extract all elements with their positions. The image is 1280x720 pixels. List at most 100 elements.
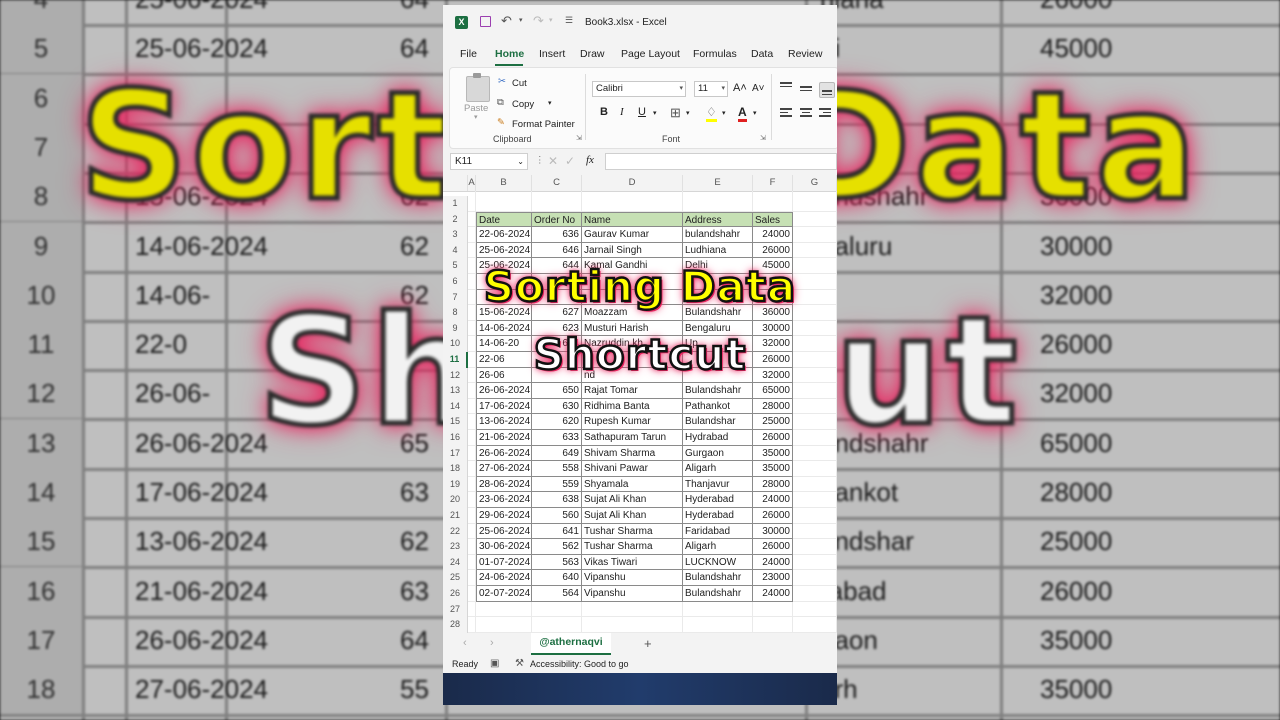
table-cell[interactable]: 01-07-2024 bbox=[476, 554, 532, 571]
row-header[interactable]: 21 bbox=[443, 508, 468, 524]
row-header[interactable]: 25 bbox=[443, 570, 468, 586]
row-header[interactable]: 2 bbox=[443, 211, 468, 228]
copy-button[interactable]: Copy bbox=[512, 99, 534, 110]
copy-dropdown-icon[interactable]: ▾ bbox=[548, 99, 552, 107]
table-cell[interactable]: 28000 bbox=[753, 398, 793, 415]
menu-data[interactable]: Data bbox=[751, 48, 773, 60]
table-cell[interactable]: 649 bbox=[532, 445, 582, 462]
customize-toolbar-icon[interactable]: ☰ bbox=[565, 15, 573, 26]
table-cell[interactable]: Hydrabad bbox=[683, 430, 753, 446]
table-cell[interactable]: 28000 bbox=[753, 476, 793, 493]
table-cell[interactable]: 30-06-2024 bbox=[476, 539, 532, 555]
italic-button[interactable]: I bbox=[620, 106, 624, 118]
table-cell[interactable]: 25-06-2024 bbox=[476, 523, 532, 540]
table-cell[interactable]: Aligarh bbox=[683, 539, 753, 555]
borders-dropdown-icon[interactable]: ▾ bbox=[686, 109, 690, 117]
table-cell[interactable]: 23000 bbox=[753, 570, 793, 586]
table-cell[interactable]: 630 bbox=[532, 398, 582, 415]
format-painter-button[interactable]: Format Painter bbox=[512, 119, 575, 130]
row-header[interactable]: 13 bbox=[443, 383, 468, 399]
accessibility-status[interactable]: Accessibility: Good to go bbox=[530, 659, 629, 669]
row-header[interactable]: 23 bbox=[443, 539, 468, 555]
table-cell[interactable]: Gurgaon bbox=[683, 445, 753, 462]
table-cell[interactable]: 558 bbox=[532, 461, 582, 477]
font-name-box[interactable]: Calibri ▾ bbox=[592, 81, 686, 97]
table-cell[interactable]: 650 bbox=[532, 383, 582, 399]
column-header-g[interactable]: G bbox=[793, 175, 837, 191]
table-cell[interactable]: 560 bbox=[532, 508, 582, 524]
table-cell[interactable]: 29-06-2024 bbox=[476, 508, 532, 524]
table-header-cell[interactable]: Sales bbox=[753, 211, 793, 228]
middle-align-icon[interactable] bbox=[800, 86, 814, 97]
font-color-dropdown-icon[interactable]: ▾ bbox=[753, 109, 757, 117]
column-header-f[interactable]: F bbox=[753, 175, 793, 191]
row-header[interactable]: 17 bbox=[443, 445, 468, 462]
underline-button[interactable]: U bbox=[638, 106, 646, 118]
table-cell[interactable]: Shivani Pawar bbox=[582, 461, 683, 477]
table-cell[interactable]: Thanjavur bbox=[683, 476, 753, 493]
table-cell[interactable]: 559 bbox=[532, 476, 582, 493]
confirm-entry-icon[interactable]: ✓ bbox=[565, 154, 575, 168]
table-cell[interactable]: Jarnail Singh bbox=[582, 242, 683, 259]
table-cell[interactable]: 24000 bbox=[753, 492, 793, 508]
redo-dropdown-icon[interactable]: ▾ bbox=[549, 16, 553, 24]
menu-review[interactable]: Review bbox=[788, 48, 822, 60]
font-name-dropdown-icon[interactable]: ▾ bbox=[679, 82, 683, 96]
align-center-icon[interactable] bbox=[800, 108, 814, 119]
menu-page-layout[interactable]: Page Layout bbox=[621, 48, 680, 60]
table-cell[interactable]: Sujat Ali Khan bbox=[582, 508, 683, 524]
table-cell[interactable]: 35000 bbox=[753, 461, 793, 477]
insert-function-button[interactable]: fx bbox=[586, 154, 594, 166]
redo-icon[interactable]: ↷ bbox=[533, 13, 544, 29]
table-cell[interactable]: 25000 bbox=[753, 414, 793, 430]
bold-button[interactable]: B bbox=[600, 106, 608, 118]
column-header-d[interactable]: D bbox=[582, 175, 683, 191]
table-cell[interactable]: Ridhima Banta bbox=[582, 398, 683, 415]
next-sheet-icon[interactable]: › bbox=[490, 637, 494, 649]
table-cell[interactable]: 563 bbox=[532, 554, 582, 571]
table-cell[interactable]: 35000 bbox=[753, 445, 793, 462]
name-box[interactable]: K11 ⌄ bbox=[450, 153, 528, 170]
table-cell[interactable]: Aligarh bbox=[683, 461, 753, 477]
menu-home[interactable]: Home bbox=[495, 48, 524, 60]
formula-bar-more-icon[interactable]: ⋮ bbox=[535, 155, 545, 166]
font-color-button[interactable]: A bbox=[738, 105, 747, 122]
table-cell[interactable]: Gaurav Kumar bbox=[582, 227, 683, 243]
table-cell[interactable]: 564 bbox=[532, 586, 582, 602]
table-cell[interactable]: Tushar Sharma bbox=[582, 523, 683, 540]
table-cell[interactable]: 30000 bbox=[753, 523, 793, 540]
table-cell[interactable]: 641 bbox=[532, 523, 582, 540]
save-icon[interactable] bbox=[480, 16, 491, 27]
table-cell[interactable]: 26000 bbox=[753, 430, 793, 446]
row-header[interactable]: 19 bbox=[443, 476, 468, 493]
table-cell[interactable]: 562 bbox=[532, 539, 582, 555]
clipboard-launcher-icon[interactable]: ⇲ bbox=[576, 134, 582, 142]
font-launcher-icon[interactable]: ⇲ bbox=[760, 134, 766, 142]
row-header[interactable]: 20 bbox=[443, 492, 468, 508]
font-size-dropdown-icon[interactable]: ▾ bbox=[721, 82, 725, 96]
menu-insert[interactable]: Insert bbox=[539, 48, 565, 60]
table-cell[interactable]: Vipanshu bbox=[582, 570, 683, 586]
shrink-font-button[interactable]: A˅ bbox=[752, 83, 765, 94]
table-cell[interactable]: 24000 bbox=[753, 586, 793, 602]
column-header-e[interactable]: E bbox=[683, 175, 753, 191]
table-cell[interactable]: 633 bbox=[532, 430, 582, 446]
table-cell[interactable]: Rajat Tomar bbox=[582, 383, 683, 399]
column-header-b[interactable]: B bbox=[476, 175, 532, 191]
table-cell[interactable]: 02-07-2024 bbox=[476, 586, 532, 602]
table-cell[interactable]: Rupesh Kumar bbox=[582, 414, 683, 430]
table-cell[interactable]: 23-06-2024 bbox=[476, 492, 532, 508]
align-left-icon[interactable] bbox=[780, 108, 794, 119]
paste-icon[interactable] bbox=[466, 76, 490, 102]
table-cell[interactable]: 27-06-2024 bbox=[476, 461, 532, 477]
sheet-tab-active[interactable]: @athernaqvi bbox=[531, 633, 611, 655]
undo-dropdown-icon[interactable]: ▾ bbox=[519, 16, 523, 24]
borders-icon[interactable]: ⊞ bbox=[670, 105, 681, 121]
table-cell[interactable]: 646 bbox=[532, 242, 582, 259]
bottom-align-icon[interactable] bbox=[819, 82, 835, 98]
table-header-cell[interactable]: Date bbox=[476, 211, 532, 228]
table-cell[interactable]: 65000 bbox=[753, 383, 793, 399]
table-cell[interactable]: Ludhiana bbox=[683, 242, 753, 259]
macro-record-icon[interactable]: ▣ bbox=[490, 658, 499, 669]
row-header[interactable]: 14 bbox=[443, 398, 468, 415]
